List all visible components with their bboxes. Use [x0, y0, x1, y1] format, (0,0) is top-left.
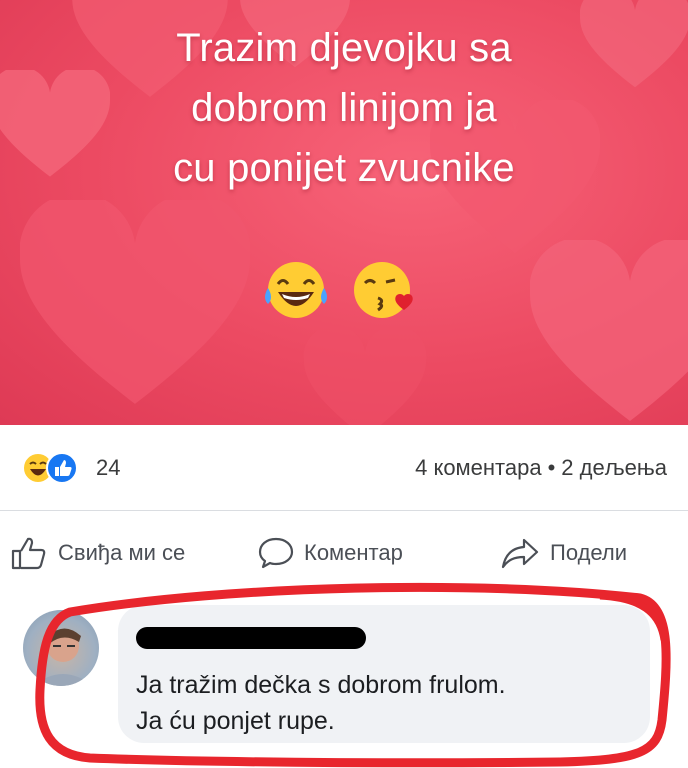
share-count[interactable]: 2 дељења: [561, 455, 667, 480]
redacted-author-name[interactable]: [136, 627, 366, 649]
post-stats-row: 24 4 коментара • 2 дељења: [0, 425, 688, 511]
comment-count[interactable]: 4 коментара: [415, 455, 542, 480]
speech-bubble-icon: [258, 537, 294, 569]
comment-button-label: Коментар: [304, 540, 403, 565]
avatar[interactable]: [23, 610, 99, 686]
thumbs-up-icon: [11, 537, 46, 570]
comment-bubble: Ja tražim dečka s dobrom frulom. Ja ću p…: [118, 605, 650, 743]
post-action-bar: Свиђа ми се Коментар Подели: [0, 525, 688, 581]
comment-text-line: Ja ću ponjet rupe.: [136, 707, 335, 735]
heart-decoration-icon: [303, 330, 427, 425]
like-button-label: Свиђа ми се: [58, 540, 186, 565]
share-button-label: Подели: [550, 540, 628, 565]
emoji-row: [260, 258, 430, 322]
comment-share-counts: 4 коментара • 2 дељења: [415, 455, 667, 481]
post-text-line: cu ponijet zvucnike: [173, 146, 515, 190]
share-arrow-icon: [501, 538, 539, 569]
separator-dot: •: [547, 455, 556, 480]
post-text: Trazim djevojku sa dobrom linijom ja cu …: [0, 18, 688, 198]
post-text-line: Trazim djevojku sa: [176, 26, 512, 70]
comment-text: Ja tražim dečka s dobrom frulom. Ja ću p…: [136, 667, 506, 739]
like-reaction-icon: [46, 452, 78, 484]
comment-button[interactable]: Коментар: [258, 535, 403, 571]
reaction-count[interactable]: 24: [96, 455, 120, 481]
laughing-tears-emoji-icon: [265, 262, 327, 318]
post-background-card: Trazim djevojku sa dobrom linijom ja cu …: [0, 0, 688, 425]
comment-text-line: Ja tražim dečka s dobrom frulom.: [136, 671, 506, 699]
profile-photo-icon: [33, 628, 93, 686]
heart-decoration-icon: [20, 200, 250, 404]
kissing-heart-emoji-icon: [354, 262, 413, 318]
comment: Ja tražim dečka s dobrom frulom. Ja ću p…: [0, 585, 688, 768]
like-button[interactable]: Свиђа ми се: [10, 535, 185, 571]
heart-decoration-icon: [530, 240, 688, 421]
reaction-icons[interactable]: [22, 452, 92, 484]
share-button[interactable]: Подели: [500, 535, 627, 571]
post-text-line: dobrom linijom ja: [191, 86, 497, 130]
